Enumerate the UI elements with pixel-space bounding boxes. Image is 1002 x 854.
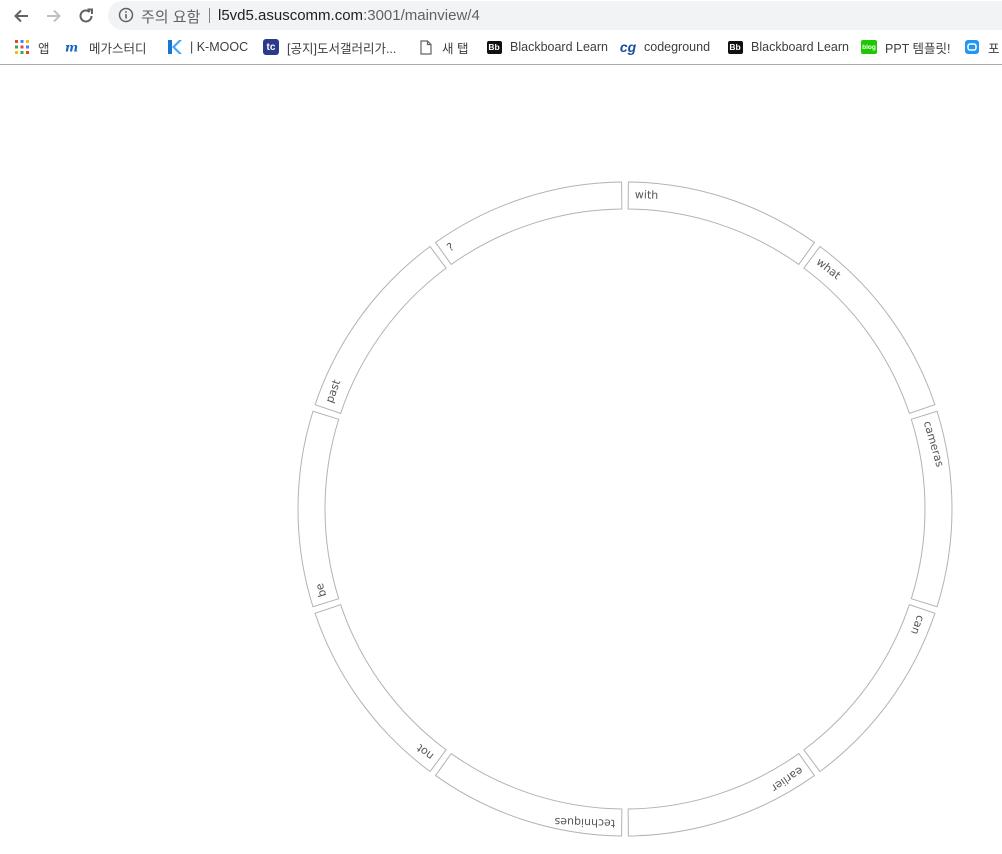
wheel-segment[interactable]: can bbox=[803, 604, 936, 773]
wheel-segment[interactable]: not bbox=[314, 604, 447, 773]
page-content: with what cameras can earlier techniques not be… bbox=[0, 65, 1002, 854]
reload-button[interactable] bbox=[73, 3, 99, 29]
bookmark-label: Blackboard Learn bbox=[510, 40, 608, 54]
bookmark-ppt-template[interactable]: blog PPT 템플릿! bbox=[861, 38, 951, 56]
kmooc-icon bbox=[166, 39, 182, 55]
wheel-segment[interactable]: be bbox=[297, 410, 340, 608]
back-button[interactable] bbox=[8, 3, 34, 29]
address-bar[interactable]: 주의 요함 l5vd5.asuscomm.com:3001/mainview/4 bbox=[108, 1, 1002, 30]
wheel-segment[interactable]: techniques bbox=[434, 752, 623, 837]
wheel-segment[interactable]: what bbox=[803, 245, 936, 414]
bookmark-label: PPT 템플릿! bbox=[885, 41, 951, 56]
bookmark-codeground[interactable]: cg codeground bbox=[620, 38, 710, 56]
bookmark-label: 새 탭 bbox=[442, 41, 469, 56]
bb-icon: Bb bbox=[486, 40, 502, 54]
bookmark-megastudy[interactable]: m 메가스터디 bbox=[65, 38, 147, 56]
bb-icon: Bb bbox=[727, 40, 743, 54]
bookmarks-bar: 앱 m 메가스터디 | K-MOOC tc [공지]도서갤러리가... 새 탭 … bbox=[0, 31, 1002, 65]
forward-arrow-icon bbox=[47, 9, 61, 23]
bookmark-icon bbox=[964, 39, 980, 55]
info-icon[interactable] bbox=[118, 7, 134, 23]
bookmark-apps[interactable]: 앱 bbox=[14, 38, 50, 56]
bookmark-label: [공지]도서갤러리가... bbox=[287, 41, 397, 56]
forward-button[interactable] bbox=[41, 3, 67, 29]
wheel-segment[interactable]: past bbox=[314, 245, 447, 414]
bookmark-new-tab[interactable]: 새 탭 bbox=[418, 38, 468, 56]
url-text[interactable]: l5vd5.asuscomm.com:3001/mainview/4 bbox=[218, 7, 480, 24]
wheel-segment-shape bbox=[627, 752, 816, 837]
bookmark-gallery-notice[interactable]: tc [공지]도서갤러리가... bbox=[263, 38, 396, 56]
bookmark-blackboard-2[interactable]: Bb Blackboard Learn bbox=[727, 38, 849, 56]
page-icon bbox=[418, 39, 434, 55]
security-warning-label[interactable]: 주의 요함 bbox=[141, 6, 200, 27]
wheel-segment-label: techniques bbox=[554, 815, 615, 830]
svg-text:m: m bbox=[65, 39, 78, 54]
wheel-segment-shape bbox=[434, 181, 623, 266]
bookmark-blackboard-1[interactable]: Bb Blackboard Learn bbox=[486, 38, 608, 56]
bookmark-kmooc[interactable]: | K-MOOC bbox=[166, 38, 248, 56]
bookmark-label: 앱 bbox=[38, 41, 50, 56]
omnibox-divider bbox=[209, 8, 210, 23]
wheel-segment-label: with bbox=[635, 188, 659, 202]
browser-toolbar: 주의 요함 l5vd5.asuscomm.com:3001/mainview/4 bbox=[0, 0, 1002, 31]
wheel-segment-shape bbox=[297, 410, 340, 608]
url-host: l5vd5.asuscomm.com bbox=[218, 7, 364, 24]
wheel-segment[interactable]: cameras bbox=[910, 410, 953, 608]
blog-icon: blog bbox=[861, 39, 877, 55]
bookmark-label: Blackboard Learn bbox=[751, 40, 849, 54]
bookmark-label: 포 bbox=[988, 41, 1000, 56]
wheel-segment[interactable]: earlier bbox=[627, 752, 816, 837]
apps-grid-icon bbox=[14, 39, 30, 55]
url-path: :3001/mainview/4 bbox=[363, 7, 480, 24]
bookmark-overflow[interactable]: 포 bbox=[964, 38, 1000, 56]
tc-icon: tc bbox=[263, 39, 279, 55]
word-wheel: with whatcamerascanearlier techniques notbe… bbox=[297, 181, 953, 837]
bookmark-label: | K-MOOC bbox=[190, 40, 249, 54]
bookmark-label: 메가스터디 bbox=[89, 41, 147, 56]
reload-icon bbox=[79, 8, 93, 23]
back-arrow-icon bbox=[14, 9, 28, 23]
megastudy-icon: m bbox=[65, 39, 81, 55]
bookmark-label: codeground bbox=[644, 40, 711, 54]
wheel-segment[interactable]: with bbox=[627, 181, 816, 266]
cg-icon: cg bbox=[619, 39, 637, 55]
wheel-segment[interactable]: ? bbox=[434, 181, 623, 266]
